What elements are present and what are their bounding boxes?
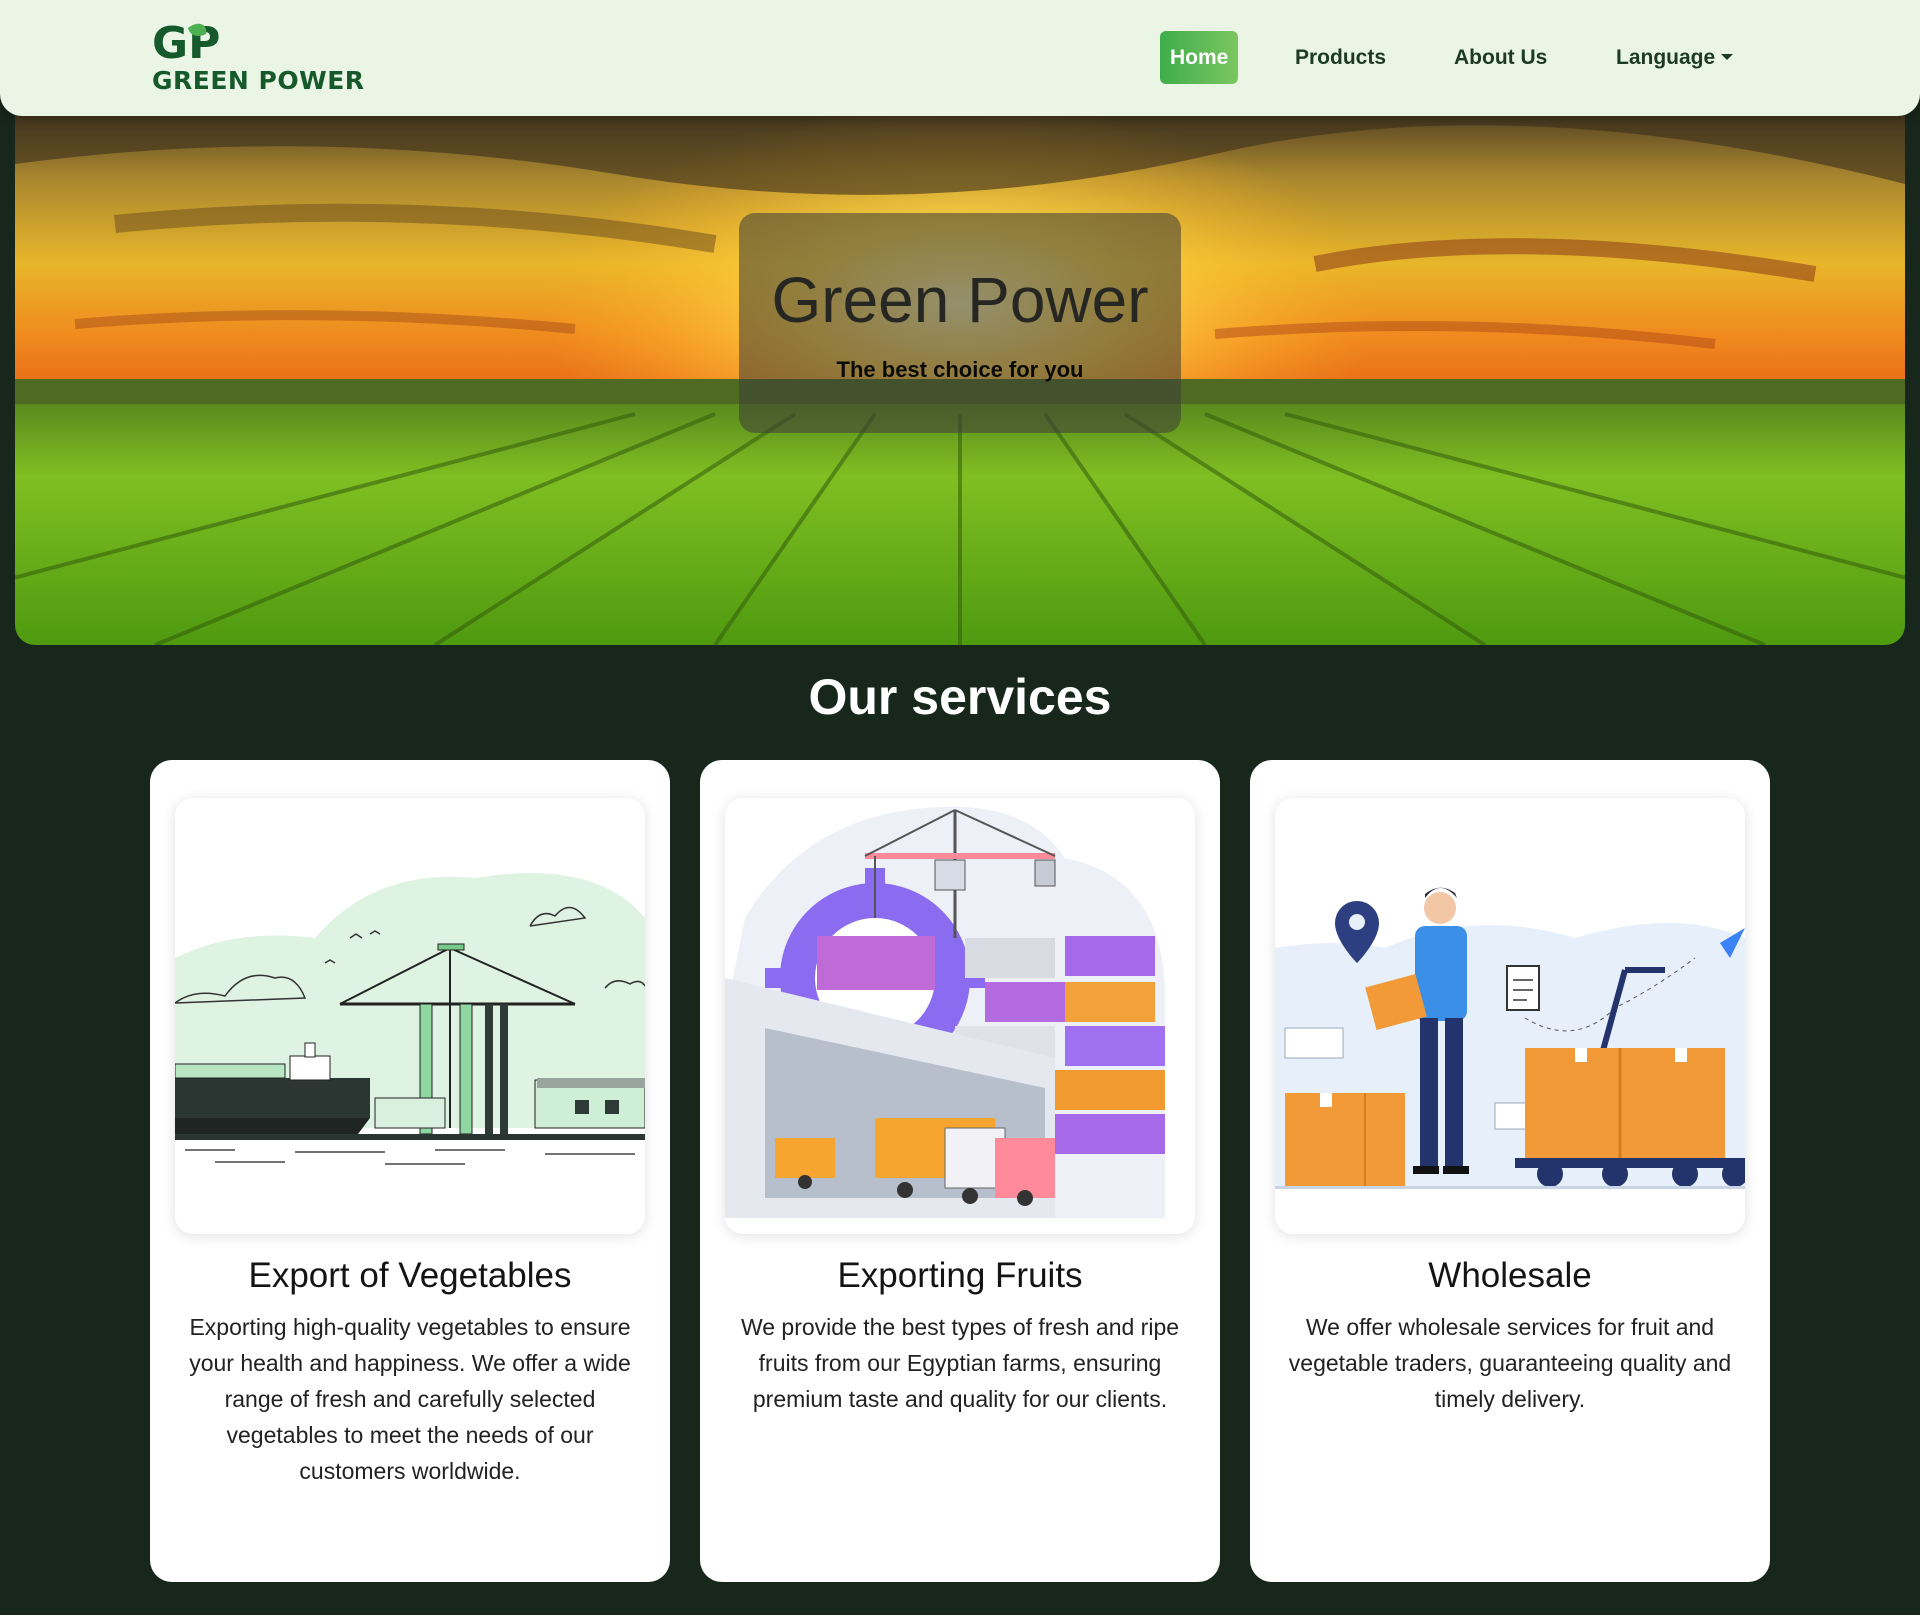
navbar: GP GREEN POWER Home Products About Us La… [0,0,1920,116]
card-description: We offer wholesale services for fruit an… [1288,1314,1732,1412]
brand-name: GREEN POWER [152,66,365,95]
service-image [175,798,645,1234]
nav-language-dropdown[interactable]: Language [1616,31,1734,84]
delivery-man-boxes-illustration-icon [1275,887,1745,1189]
brand-logo[interactable]: GP GREEN POWER [150,18,370,98]
service-image [1275,798,1745,1234]
hero-subtitle: The best choice for you [836,357,1084,382]
gp-logo-icon: GP [152,18,220,66]
caret-down-icon [1721,53,1734,60]
card-title: Wholesale [1428,1256,1592,1295]
nav-products[interactable]: Products [1295,31,1386,84]
nav-home[interactable]: Home [1160,31,1239,84]
service-card-wholesale[interactable]: Wholesale We offer wholesale services fo… [1250,760,1770,1582]
service-card-export-vegetables[interactable]: Export of Vegetables Exporting high-qual… [150,760,670,1582]
card-description: We provide the best types of fresh and r… [740,1314,1180,1412]
hero-banner: Green Power The best choice for you [15,104,1905,645]
hero-caption: Green Power The best choice for you [739,213,1181,433]
card-title: Export of Vegetables [248,1256,572,1295]
hero-title: Green Power [771,264,1149,336]
service-card-exporting-fruits[interactable]: Exporting Fruits We provide the best typ… [700,760,1220,1582]
services-heading: Our services [808,669,1112,725]
service-image [725,798,1195,1234]
card-description: Exporting high-quality vegetables to ens… [189,1314,631,1484]
nav-language-label: Language [1616,46,1716,69]
logo-letters: GP [152,18,220,66]
nav-about-us[interactable]: About Us [1454,31,1547,84]
card-title: Exporting Fruits [837,1256,1083,1295]
container-logistics-illustration-icon [725,806,1165,1218]
port-ship-crane-illustration-icon [175,873,645,1165]
